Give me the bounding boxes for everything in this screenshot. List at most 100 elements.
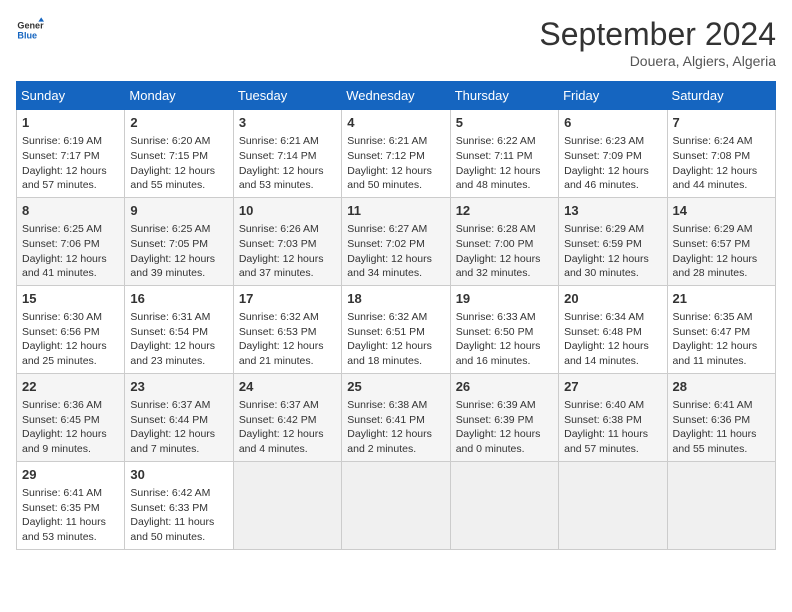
day-info-line: Sunrise: 6:25 AM bbox=[22, 222, 119, 237]
day-info-line: and 21 minutes. bbox=[239, 354, 336, 369]
day-info-line: and 25 minutes. bbox=[22, 354, 119, 369]
day-info-line: Daylight: 12 hours bbox=[456, 427, 553, 442]
day-info-line: Sunrise: 6:42 AM bbox=[130, 486, 227, 501]
day-info-line: Sunrise: 6:23 AM bbox=[564, 134, 661, 149]
day-number: 15 bbox=[22, 290, 119, 308]
day-number: 14 bbox=[673, 202, 770, 220]
day-number: 2 bbox=[130, 114, 227, 132]
day-info-line: Sunset: 7:08 PM bbox=[673, 149, 770, 164]
calendar-cell: 22Sunrise: 6:36 AMSunset: 6:45 PMDayligh… bbox=[17, 373, 125, 461]
day-number: 3 bbox=[239, 114, 336, 132]
day-info-line: Daylight: 12 hours bbox=[673, 339, 770, 354]
day-info-line: and 16 minutes. bbox=[456, 354, 553, 369]
calendar-cell: 23Sunrise: 6:37 AMSunset: 6:44 PMDayligh… bbox=[125, 373, 233, 461]
day-number: 12 bbox=[456, 202, 553, 220]
calendar-cell: 5Sunrise: 6:22 AMSunset: 7:11 PMDaylight… bbox=[450, 110, 558, 198]
day-info-line: Sunset: 6:51 PM bbox=[347, 325, 444, 340]
calendar-cell: 11Sunrise: 6:27 AMSunset: 7:02 PMDayligh… bbox=[342, 197, 450, 285]
calendar-cell: 13Sunrise: 6:29 AMSunset: 6:59 PMDayligh… bbox=[559, 197, 667, 285]
calendar-cell: 26Sunrise: 6:39 AMSunset: 6:39 PMDayligh… bbox=[450, 373, 558, 461]
calendar-cell: 21Sunrise: 6:35 AMSunset: 6:47 PMDayligh… bbox=[667, 285, 775, 373]
svg-text:Blue: Blue bbox=[17, 30, 37, 40]
day-info-line: Sunset: 6:42 PM bbox=[239, 413, 336, 428]
calendar-cell: 28Sunrise: 6:41 AMSunset: 6:36 PMDayligh… bbox=[667, 373, 775, 461]
day-info-line: and 50 minutes. bbox=[130, 530, 227, 545]
day-info-line: Sunset: 7:15 PM bbox=[130, 149, 227, 164]
day-info-line: Daylight: 12 hours bbox=[564, 252, 661, 267]
calendar-week-row: 8Sunrise: 6:25 AMSunset: 7:06 PMDaylight… bbox=[17, 197, 776, 285]
day-info-line: Sunset: 6:47 PM bbox=[673, 325, 770, 340]
svg-text:General: General bbox=[17, 21, 44, 31]
calendar-cell: 6Sunrise: 6:23 AMSunset: 7:09 PMDaylight… bbox=[559, 110, 667, 198]
day-info-line: Sunset: 6:38 PM bbox=[564, 413, 661, 428]
day-info-line: and 32 minutes. bbox=[456, 266, 553, 281]
day-info-line: Daylight: 12 hours bbox=[130, 339, 227, 354]
calendar-cell bbox=[450, 461, 558, 549]
day-info-line: Sunrise: 6:29 AM bbox=[673, 222, 770, 237]
day-info-line: and 14 minutes. bbox=[564, 354, 661, 369]
day-info-line: Daylight: 12 hours bbox=[130, 252, 227, 267]
day-info-line: and 55 minutes. bbox=[673, 442, 770, 457]
day-info-line: and 11 minutes. bbox=[673, 354, 770, 369]
day-number: 11 bbox=[347, 202, 444, 220]
day-info-line: and 39 minutes. bbox=[130, 266, 227, 281]
day-number: 25 bbox=[347, 378, 444, 396]
day-number: 20 bbox=[564, 290, 661, 308]
day-info-line: Sunrise: 6:41 AM bbox=[22, 486, 119, 501]
calendar-cell: 1Sunrise: 6:19 AMSunset: 7:17 PMDaylight… bbox=[17, 110, 125, 198]
calendar-cell: 24Sunrise: 6:37 AMSunset: 6:42 PMDayligh… bbox=[233, 373, 341, 461]
header-tuesday: Tuesday bbox=[233, 82, 341, 110]
day-info-line: Sunrise: 6:29 AM bbox=[564, 222, 661, 237]
day-number: 27 bbox=[564, 378, 661, 396]
day-info-line: and 30 minutes. bbox=[564, 266, 661, 281]
day-info-line: and 48 minutes. bbox=[456, 178, 553, 193]
logo: General Blue bbox=[16, 16, 44, 44]
day-info-line: and 44 minutes. bbox=[673, 178, 770, 193]
day-info-line: Sunset: 7:05 PM bbox=[130, 237, 227, 252]
day-info-line: Sunset: 6:57 PM bbox=[673, 237, 770, 252]
day-info-line: Sunset: 7:03 PM bbox=[239, 237, 336, 252]
header-sunday: Sunday bbox=[17, 82, 125, 110]
day-info-line: and 46 minutes. bbox=[564, 178, 661, 193]
calendar-cell: 30Sunrise: 6:42 AMSunset: 6:33 PMDayligh… bbox=[125, 461, 233, 549]
day-info-line: Daylight: 12 hours bbox=[564, 164, 661, 179]
day-info-line: Daylight: 12 hours bbox=[22, 339, 119, 354]
day-number: 9 bbox=[130, 202, 227, 220]
calendar-cell: 12Sunrise: 6:28 AMSunset: 7:00 PMDayligh… bbox=[450, 197, 558, 285]
day-info-line: Daylight: 11 hours bbox=[22, 515, 119, 530]
day-info-line: Sunrise: 6:21 AM bbox=[347, 134, 444, 149]
month-title: September 2024 bbox=[539, 16, 776, 53]
day-info-line: Sunset: 6:35 PM bbox=[22, 501, 119, 516]
day-number: 5 bbox=[456, 114, 553, 132]
day-info-line: Daylight: 12 hours bbox=[456, 339, 553, 354]
day-info-line: and 23 minutes. bbox=[130, 354, 227, 369]
calendar-cell bbox=[233, 461, 341, 549]
day-info-line: Sunrise: 6:30 AM bbox=[22, 310, 119, 325]
calendar-cell: 18Sunrise: 6:32 AMSunset: 6:51 PMDayligh… bbox=[342, 285, 450, 373]
day-info-line: Sunset: 6:36 PM bbox=[673, 413, 770, 428]
day-info-line: Sunset: 6:59 PM bbox=[564, 237, 661, 252]
day-info-line: and 55 minutes. bbox=[130, 178, 227, 193]
calendar-cell: 27Sunrise: 6:40 AMSunset: 6:38 PMDayligh… bbox=[559, 373, 667, 461]
day-number: 24 bbox=[239, 378, 336, 396]
day-number: 29 bbox=[22, 466, 119, 484]
calendar-cell: 14Sunrise: 6:29 AMSunset: 6:57 PMDayligh… bbox=[667, 197, 775, 285]
day-info-line: Sunset: 7:00 PM bbox=[456, 237, 553, 252]
day-info-line: Daylight: 12 hours bbox=[22, 164, 119, 179]
day-info-line: Daylight: 12 hours bbox=[456, 252, 553, 267]
day-info-line: Daylight: 12 hours bbox=[22, 252, 119, 267]
calendar-cell: 20Sunrise: 6:34 AMSunset: 6:48 PMDayligh… bbox=[559, 285, 667, 373]
day-number: 8 bbox=[22, 202, 119, 220]
day-number: 16 bbox=[130, 290, 227, 308]
day-number: 18 bbox=[347, 290, 444, 308]
day-number: 4 bbox=[347, 114, 444, 132]
day-info-line: and 4 minutes. bbox=[239, 442, 336, 457]
day-info-line: and 18 minutes. bbox=[347, 354, 444, 369]
header-thursday: Thursday bbox=[450, 82, 558, 110]
header-monday: Monday bbox=[125, 82, 233, 110]
day-info-line: and 37 minutes. bbox=[239, 266, 336, 281]
day-info-line: Sunrise: 6:33 AM bbox=[456, 310, 553, 325]
day-info-line: Sunrise: 6:32 AM bbox=[239, 310, 336, 325]
day-info-line: Sunrise: 6:27 AM bbox=[347, 222, 444, 237]
day-info-line: Sunset: 7:06 PM bbox=[22, 237, 119, 252]
